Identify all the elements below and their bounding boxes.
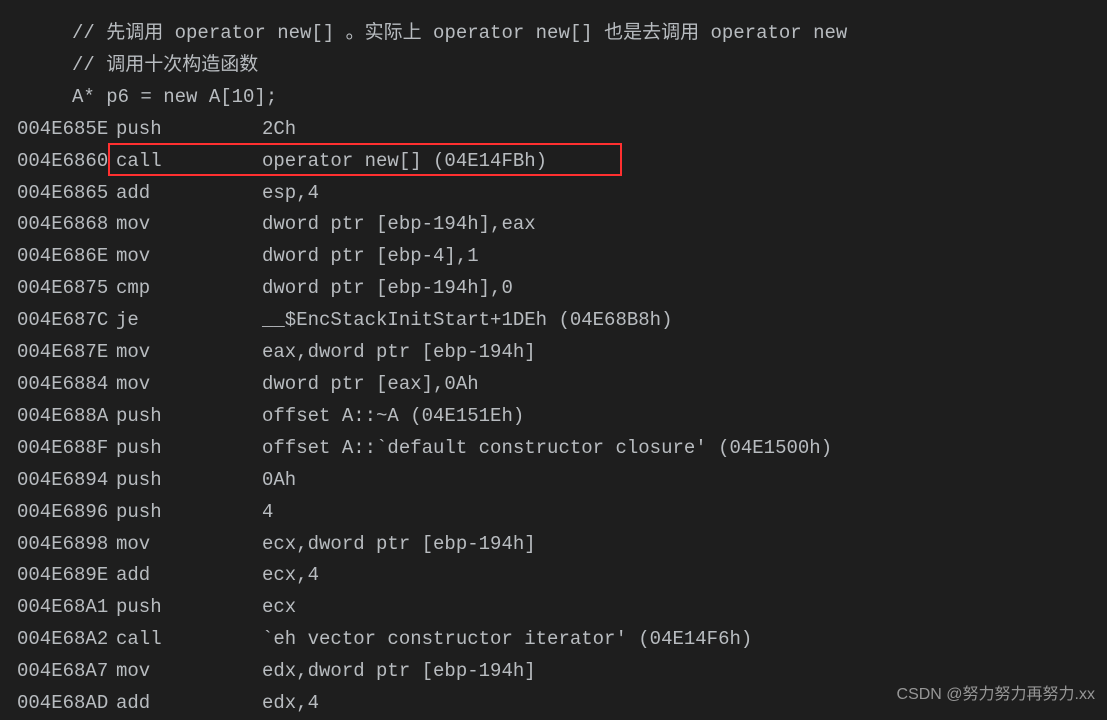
asm-line[interactable]: 004E688A pushoffset A::~A (04E151Eh) <box>0 401 1107 433</box>
address: 004E687C <box>17 305 101 337</box>
address: 004E68A7 <box>17 656 101 688</box>
operand: dword ptr [ebp-4],1 <box>262 241 1107 273</box>
operand: esp,4 <box>262 178 1107 210</box>
asm-line[interactable]: 004E6896 push4 <box>0 497 1107 529</box>
mnemonic: mov <box>116 209 262 241</box>
address: 004E686E <box>17 241 101 273</box>
operand: dword ptr [ebp-194h],eax <box>262 209 1107 241</box>
asm-line[interactable]: 004E6898 movecx,dword ptr [ebp-194h] <box>0 529 1107 561</box>
operand: 2Ch <box>262 114 1107 146</box>
asm-line[interactable]: 004E6894 push0Ah <box>0 465 1107 497</box>
address: 004E688A <box>17 401 101 433</box>
mnemonic: call <box>116 146 262 178</box>
mnemonic: je <box>116 305 262 337</box>
asm-line[interactable]: 004E686E movdword ptr [ebp-4],1 <box>0 241 1107 273</box>
asm-line[interactable]: 004E6860 calloperator new[] (04E14FBh) <box>0 146 1107 178</box>
operand: ecx <box>262 592 1107 624</box>
watermark-text: CSDN @努力努力再努力.xx <box>897 682 1095 709</box>
address: 004E6884 <box>17 369 101 401</box>
address: 004E687E <box>17 337 101 369</box>
mnemonic: push <box>116 433 262 465</box>
asm-line[interactable]: 004E68A1 pushecx <box>0 592 1107 624</box>
mnemonic: mov <box>116 337 262 369</box>
address: 004E6868 <box>17 209 101 241</box>
mnemonic: mov <box>116 529 262 561</box>
asm-line[interactable]: 004E689E addecx,4 <box>0 560 1107 592</box>
address: 004E6894 <box>17 465 101 497</box>
asm-line[interactable]: 004E688F pushoffset A::`default construct… <box>0 433 1107 465</box>
operand: offset A::`default constructor closure' … <box>262 433 1107 465</box>
asm-line[interactable]: 004E687C je__$EncStackInitStart+1DEh (04E… <box>0 305 1107 337</box>
operand: dword ptr [ebp-194h],0 <box>262 273 1107 305</box>
operand: eax,dword ptr [ebp-194h] <box>262 337 1107 369</box>
address: 004E6896 <box>17 497 101 529</box>
mnemonic: push <box>116 401 262 433</box>
operand: 0Ah <box>262 465 1107 497</box>
asm-line[interactable]: 004E6884 movdword ptr [eax],0Ah <box>0 369 1107 401</box>
mnemonic: call <box>116 624 262 656</box>
operand: ecx,dword ptr [ebp-194h] <box>262 529 1107 561</box>
asm-line[interactable]: 004E6865 addesp,4 <box>0 178 1107 210</box>
operand: operator new[] (04E14FBh) <box>262 146 1107 178</box>
operand: dword ptr [eax],0Ah <box>262 369 1107 401</box>
address: 004E68A1 <box>17 592 101 624</box>
asm-line[interactable]: 004E68A2 call`eh vector constructor itera… <box>0 624 1107 656</box>
mnemonic: add <box>116 688 262 720</box>
asm-line[interactable]: 004E685E push2Ch <box>0 114 1107 146</box>
address: 004E6875 <box>17 273 101 305</box>
asm-line[interactable]: 004E6868 movdword ptr [ebp-194h],eax <box>0 209 1107 241</box>
address: 004E6898 <box>17 529 101 561</box>
address: 004E68A2 <box>17 624 101 656</box>
asm-line[interactable]: 004E6875 cmpdword ptr [ebp-194h],0 <box>0 273 1107 305</box>
operand: ecx,4 <box>262 560 1107 592</box>
address: 004E6860 <box>17 146 101 178</box>
mnemonic: push <box>116 592 262 624</box>
mnemonic: cmp <box>116 273 262 305</box>
mnemonic: push <box>116 114 262 146</box>
address: 004E6865 <box>17 178 101 210</box>
operand: 4 <box>262 497 1107 529</box>
mnemonic: add <box>116 178 262 210</box>
mnemonic: mov <box>116 369 262 401</box>
disassembly-view: // 先调用 operator new[] 。实际上 operator new[… <box>0 0 1107 720</box>
address: 004E685E <box>17 114 101 146</box>
comment-line: // 调用十次构造函数 <box>0 50 1107 82</box>
mnemonic: push <box>116 465 262 497</box>
operand: __$EncStackInitStart+1DEh (04E68B8h) <box>262 305 1107 337</box>
asm-line[interactable]: 004E687E moveax,dword ptr [ebp-194h] <box>0 337 1107 369</box>
address: 004E689E <box>17 560 101 592</box>
mnemonic: mov <box>116 656 262 688</box>
operand: offset A::~A (04E151Eh) <box>262 401 1107 433</box>
mnemonic: mov <box>116 241 262 273</box>
address: 004E68AD <box>17 688 101 720</box>
mnemonic: push <box>116 497 262 529</box>
operand: `eh vector constructor iterator' (04E14F… <box>262 624 1107 656</box>
mnemonic: add <box>116 560 262 592</box>
comment-line: // 先调用 operator new[] 。实际上 operator new[… <box>0 18 1107 50</box>
address: 004E688F <box>17 433 101 465</box>
source-code-line: A* p6 = new A[10]; <box>0 82 1107 114</box>
